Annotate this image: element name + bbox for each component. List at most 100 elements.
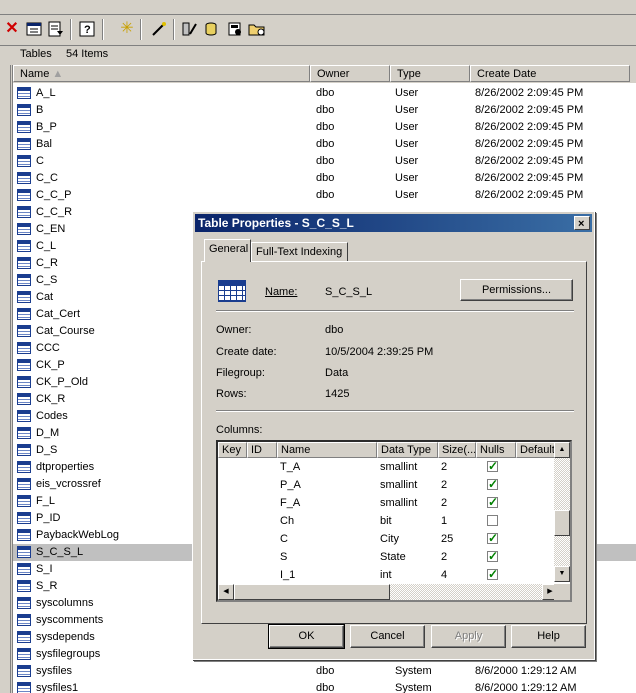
delete-icon[interactable]: ✕ bbox=[3, 20, 21, 38]
table-icon bbox=[17, 682, 31, 693]
database-icon[interactable] bbox=[202, 20, 220, 38]
table-name: Bal bbox=[36, 138, 52, 150]
table-name: Cat bbox=[36, 291, 54, 303]
table-row[interactable]: A_L dbo User 8/26/2002 2:09:45 PM bbox=[13, 85, 636, 102]
table-owner: dbo bbox=[316, 104, 335, 116]
table-row[interactable]: B_P dbo User 8/26/2002 2:09:45 PM bbox=[13, 119, 636, 136]
scroll-thumb[interactable] bbox=[554, 510, 570, 536]
table-owner: dbo bbox=[316, 138, 335, 150]
grid-row[interactable]: F_A smallint 2 ✓ bbox=[218, 494, 558, 512]
folder-icon[interactable] bbox=[248, 20, 266, 38]
table-row[interactable]: C_C dbo User 8/26/2002 2:09:45 PM bbox=[13, 170, 636, 187]
nulls-checkbox[interactable]: ✓ bbox=[487, 496, 498, 508]
table-icon bbox=[17, 597, 31, 609]
close-button[interactable]: × bbox=[574, 216, 590, 230]
grid-vertical-scrollbar[interactable]: ▲ ▼ bbox=[554, 442, 570, 582]
help-button-label: Help bbox=[537, 630, 560, 642]
table-name: C_C_R bbox=[36, 206, 73, 218]
help-button[interactable]: Help bbox=[511, 625, 586, 648]
grid-row[interactable]: T_A smallint 2 ✓ bbox=[218, 458, 558, 476]
columns-grid[interactable]: Key ID Name Data Type Size(... Nulls Def… bbox=[216, 440, 572, 602]
table-row[interactable]: Bal dbo User 8/26/2002 2:09:45 PM bbox=[13, 136, 636, 153]
apply-button[interactable]: Apply bbox=[431, 625, 506, 648]
table-properties-dialog: Table Properties - S_C_S_L × General Ful… bbox=[192, 211, 595, 660]
column-header-type[interactable]: Type bbox=[390, 65, 470, 82]
table-create-date: 8/26/2002 2:09:45 PM bbox=[475, 121, 584, 133]
table-row[interactable]: sysfiles1 dbo System 8/6/2000 1:29:12 AM bbox=[13, 680, 636, 693]
table-row[interactable]: Bdbo User 8/26/2002 2:09:45 PM bbox=[13, 102, 636, 119]
filegroup-label: Filegroup: bbox=[216, 367, 265, 379]
grid-horizontal-scrollbar[interactable]: ◀ ▶ bbox=[218, 584, 558, 600]
grid-header-name[interactable]: Name bbox=[277, 442, 377, 458]
column-header-type-label: Type bbox=[397, 68, 421, 80]
export-list-icon[interactable] bbox=[47, 20, 65, 38]
cancel-button[interactable]: Cancel bbox=[350, 625, 425, 648]
column-header-create-date[interactable]: Create Date bbox=[470, 65, 630, 82]
table-icon bbox=[17, 563, 31, 575]
nulls-checkbox[interactable]: ✓ bbox=[487, 478, 498, 490]
ok-button[interactable]: OK bbox=[268, 624, 345, 649]
table-name: CK_R bbox=[36, 393, 66, 405]
list-header: Name ▲ Owner Type Create Date bbox=[13, 65, 636, 83]
table-icon bbox=[17, 410, 31, 422]
tree-pane-edge[interactable] bbox=[0, 65, 11, 693]
table-icon bbox=[17, 155, 31, 167]
tab-general-label: General bbox=[209, 243, 249, 255]
tab-general[interactable]: General bbox=[204, 239, 251, 262]
wizard-icon[interactable] bbox=[150, 20, 168, 38]
toolbar-separator bbox=[70, 19, 72, 40]
properties-icon[interactable] bbox=[25, 20, 43, 38]
dialog-title-bar[interactable]: Table Properties - S_C_S_L × bbox=[195, 214, 592, 232]
column-size: 25 bbox=[441, 533, 454, 545]
nulls-checkbox[interactable]: ✓ bbox=[487, 568, 498, 580]
table-row[interactable]: Cdbo User 8/26/2002 2:09:45 PM bbox=[13, 153, 636, 170]
query-icon[interactable] bbox=[180, 20, 198, 38]
column-header-owner[interactable]: Owner bbox=[310, 65, 390, 82]
permissions-button-label: Permissions... bbox=[481, 284, 552, 296]
nulls-checkbox[interactable]: ✓ bbox=[487, 532, 498, 544]
tab-full-text-indexing[interactable]: Full-Text Indexing bbox=[251, 242, 348, 262]
grid-header-data-type[interactable]: Data Type bbox=[377, 442, 438, 458]
permissions-button[interactable]: Permissions... bbox=[460, 279, 573, 301]
table-row[interactable]: sysfiles dbo System 8/6/2000 1:29:12 AM bbox=[13, 663, 636, 680]
table-create-date: 8/6/2000 1:29:12 AM bbox=[475, 665, 577, 677]
grid-row[interactable]: C City 25 ✓ bbox=[218, 530, 558, 548]
dialog-title: Table Properties - S_C_S_L bbox=[198, 216, 354, 230]
filegroup-value: Data bbox=[325, 367, 349, 379]
grid-row[interactable]: P_A smallint 2 ✓ bbox=[218, 476, 558, 494]
table-name: CCC bbox=[36, 342, 60, 354]
table-name: sysfiles bbox=[36, 665, 73, 677]
grid-row[interactable]: S State 2 ✓ bbox=[218, 548, 558, 566]
grid-header-id[interactable]: ID bbox=[247, 442, 277, 458]
scroll-thumb[interactable] bbox=[234, 584, 390, 600]
table-icon bbox=[17, 529, 31, 541]
table-row[interactable]: C_C_P dbo User 8/26/2002 2:09:45 PM bbox=[13, 187, 636, 204]
table-name: C_L bbox=[36, 240, 57, 252]
grid-header-key[interactable]: Key bbox=[218, 442, 247, 458]
new-icon[interactable]: ✳ bbox=[118, 20, 136, 38]
nulls-checkbox[interactable]: ✓ bbox=[487, 460, 498, 472]
table-type: User bbox=[395, 189, 419, 201]
help-icon[interactable]: ? bbox=[78, 20, 96, 38]
column-data-type: smallint bbox=[380, 479, 418, 491]
column-header-name[interactable]: Name ▲ bbox=[13, 65, 310, 82]
checkmark-icon: ✓ bbox=[488, 549, 499, 563]
nulls-checkbox[interactable] bbox=[487, 515, 498, 526]
grid-header-nulls[interactable]: Nulls bbox=[476, 442, 516, 458]
scroll-down-icon[interactable]: ▼ bbox=[554, 566, 570, 582]
table-name: syscolumns bbox=[36, 597, 94, 609]
general-tab-panel: Name: S_C_S_L Permissions... Owner: dbo … bbox=[201, 261, 587, 624]
server-icon[interactable] bbox=[226, 20, 244, 38]
column-size: 2 bbox=[441, 461, 448, 473]
nulls-checkbox[interactable]: ✓ bbox=[487, 549, 499, 563]
table-name: A_L bbox=[36, 87, 56, 99]
toolbar-separator bbox=[140, 19, 142, 40]
scroll-left-icon[interactable]: ◀ bbox=[218, 584, 234, 600]
grid-header-default[interactable]: Default bbox=[516, 442, 558, 458]
scroll-up-icon[interactable]: ▲ bbox=[554, 442, 570, 458]
grid-row[interactable]: I_1 int 4 ✓ bbox=[218, 566, 558, 584]
grid-row[interactable]: Ch bit 1 bbox=[218, 512, 558, 530]
grid-header-size[interactable]: Size(... bbox=[438, 442, 476, 458]
table-name: eis_vcrossref bbox=[36, 478, 101, 490]
table-create-date: 8/26/2002 2:09:45 PM bbox=[475, 155, 584, 167]
